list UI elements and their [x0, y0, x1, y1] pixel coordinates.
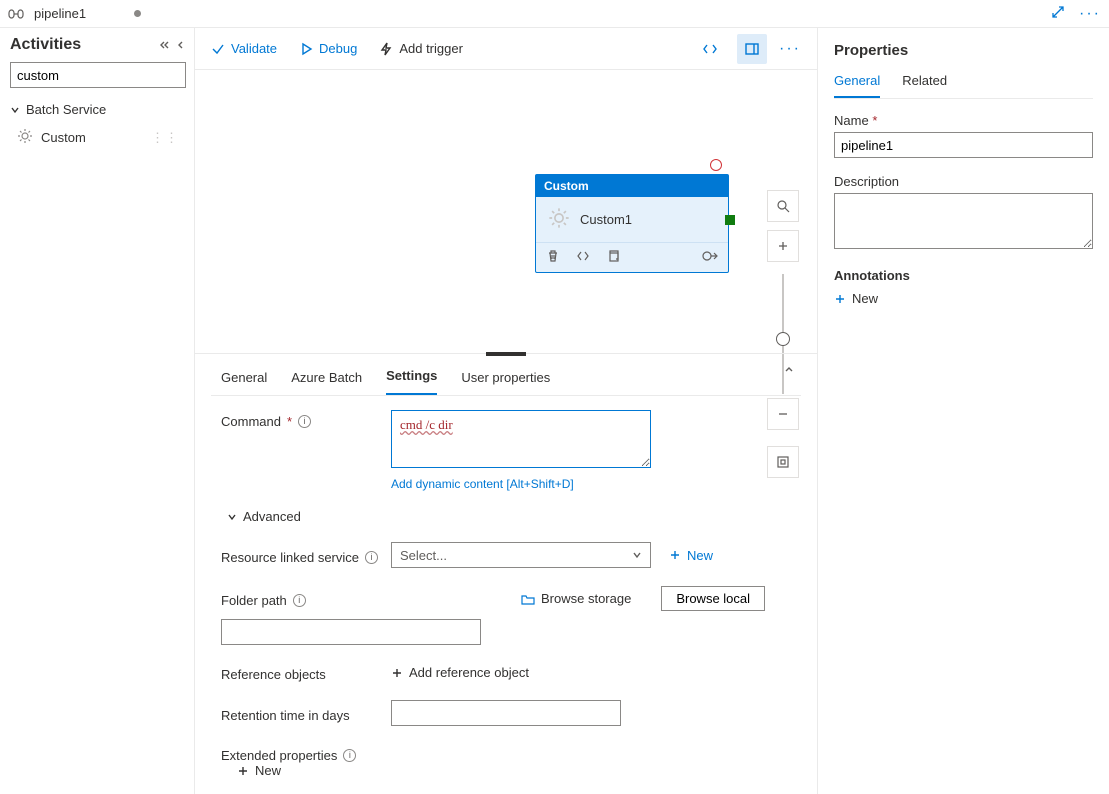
collapse-panel-icon[interactable] [783, 364, 795, 379]
label-description: Description [834, 174, 1093, 189]
output-icon[interactable] [702, 249, 718, 266]
info-icon[interactable]: i [298, 415, 311, 428]
activities-search[interactable] [10, 62, 186, 88]
label-command: Command*i [221, 410, 391, 429]
zoom-handle[interactable] [776, 332, 790, 346]
label-resource-linked-service: Resource linked servicei [221, 546, 391, 565]
new-annotation-button[interactable]: New [834, 291, 878, 306]
tab-title: pipeline1 [34, 6, 86, 21]
tab-prop-general[interactable]: General [834, 73, 880, 98]
activity-custom[interactable]: Custom ⋮⋮ [10, 121, 186, 154]
group-label: Batch Service [26, 102, 106, 117]
label-reference-objects: Reference objects [221, 663, 391, 682]
activities-panel: Activities Batch Service Custom ⋮⋮ [0, 28, 195, 794]
pipeline-name-input[interactable] [834, 132, 1093, 158]
node-name: Custom1 [580, 212, 632, 227]
pipeline-toolbar: Validate Debug Add trigger [195, 28, 817, 70]
command-input[interactable]: cmd /c dir [391, 410, 651, 468]
expand-icon[interactable] [1051, 5, 1065, 22]
code-icon[interactable] [576, 249, 590, 266]
debug-button[interactable]: Debug [299, 41, 357, 56]
resource-linked-service-select[interactable]: Select... [391, 542, 651, 568]
properties-title: Properties [834, 42, 1093, 59]
delete-icon[interactable] [546, 249, 560, 266]
node-type-label: Custom [536, 175, 728, 197]
tab-userproperties[interactable]: User properties [461, 370, 550, 395]
search-icon[interactable] [767, 190, 799, 222]
tab-general[interactable]: General [221, 370, 267, 395]
gear-icon [548, 207, 570, 232]
new-extended-property-button[interactable]: New [237, 763, 791, 778]
tab-azurebatch[interactable]: Azure Batch [291, 370, 362, 395]
retention-input[interactable] [391, 700, 621, 726]
properties-panel: Properties General Related Name * Descri… [817, 28, 1109, 794]
label-folder-path: Folder pathi [221, 589, 391, 608]
description-input[interactable] [834, 193, 1093, 249]
activity-node-custom1[interactable]: Custom Custom1 [535, 174, 729, 273]
browse-storage-button[interactable]: Browse storage [521, 591, 631, 606]
success-connector-icon[interactable] [725, 215, 735, 225]
properties-toggle-icon[interactable] [737, 34, 767, 64]
unsaved-indicator-icon [134, 10, 141, 17]
code-view-icon[interactable] [695, 34, 725, 64]
label-annotations: Annotations [834, 268, 1093, 283]
drag-handle-icon[interactable]: ⋮⋮ [151, 130, 179, 146]
pipeline-icon [8, 7, 24, 21]
add-trigger-button[interactable]: Add trigger [379, 41, 463, 56]
zoom-in-button[interactable] [767, 230, 799, 262]
folder-path-input[interactable] [221, 619, 481, 645]
more-icon[interactable]: ··· [1079, 5, 1101, 23]
tab-prop-related[interactable]: Related [902, 73, 947, 98]
validate-button[interactable]: Validate [211, 41, 277, 56]
info-icon[interactable]: i [365, 551, 378, 564]
collapse-panel-icon[interactable] [160, 39, 186, 51]
new-linked-service-button[interactable]: New [669, 548, 713, 563]
advanced-toggle[interactable]: Advanced [227, 509, 791, 524]
group-batch-service[interactable]: Batch Service [10, 98, 186, 121]
label-retention: Retention time in days [221, 704, 391, 723]
clone-icon[interactable] [606, 249, 620, 266]
validation-error-icon [710, 159, 722, 171]
label-name: Name * [834, 113, 1093, 128]
tab-settings[interactable]: Settings [386, 368, 437, 395]
activities-title: Activities [10, 36, 81, 54]
activities-search-input[interactable] [17, 68, 193, 83]
info-icon[interactable]: i [293, 594, 306, 607]
add-dynamic-content-link[interactable]: Add dynamic content [Alt+Shift+D] [391, 477, 574, 491]
activity-label: Custom [41, 130, 86, 145]
settings-panel: General Azure Batch Settings User proper… [195, 353, 817, 794]
add-reference-object-button[interactable]: Add reference object [391, 665, 529, 680]
gear-icon [17, 128, 33, 147]
label-extended-properties: Extended propertiesi [221, 744, 391, 763]
browse-local-button[interactable]: Browse local [661, 586, 765, 611]
topbar: pipeline1 ··· [0, 0, 1109, 28]
pipeline-canvas[interactable]: Custom Custom1 [195, 70, 817, 353]
more-icon[interactable]: ··· [779, 40, 801, 58]
info-icon[interactable]: i [343, 749, 356, 762]
